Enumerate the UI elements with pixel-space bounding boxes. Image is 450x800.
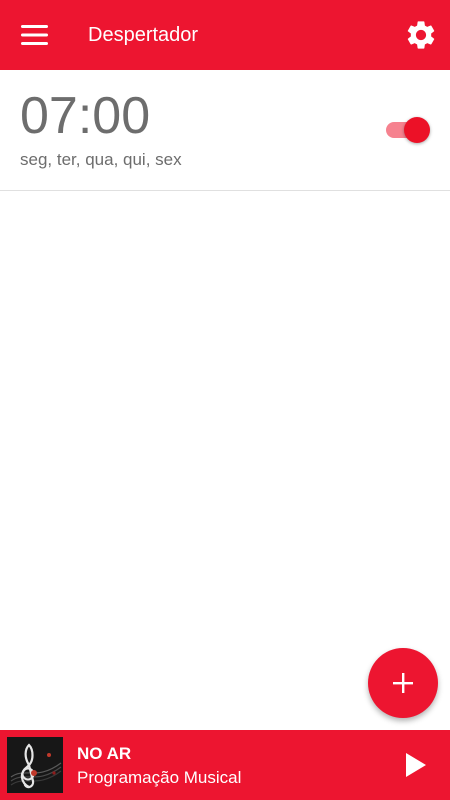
toggle-thumb [404, 117, 430, 143]
play-icon [406, 753, 426, 777]
top-app-bar: Despertador [0, 0, 450, 70]
alarm-time: 07:00 [20, 87, 151, 145]
player-program: Programação Musical [77, 768, 242, 787]
alarm-days: seg, ter, qua, qui, sex [20, 150, 182, 169]
treble-clef-icon [7, 737, 63, 793]
play-button[interactable] [398, 747, 434, 783]
settings-button[interactable] [402, 16, 440, 54]
gear-icon [407, 21, 435, 49]
player-bar[interactable]: NO AR Programação Musical [0, 730, 450, 800]
alarm-toggle[interactable] [384, 115, 432, 143]
app-screen: Despertador 07:00 seg, ter, qua, qui, se… [0, 0, 450, 800]
alarm-item[interactable]: 07:00 seg, ter, qua, qui, sex [0, 70, 450, 191]
hamburger-menu-icon [21, 25, 48, 45]
player-status: NO AR [77, 744, 132, 763]
plus-icon [393, 673, 413, 693]
alarm-list: 07:00 seg, ter, qua, qui, sex [0, 70, 450, 191]
menu-button[interactable] [14, 17, 56, 53]
add-alarm-button[interactable] [368, 648, 438, 718]
album-cover [7, 737, 63, 793]
page-title: Despertador [88, 24, 199, 46]
